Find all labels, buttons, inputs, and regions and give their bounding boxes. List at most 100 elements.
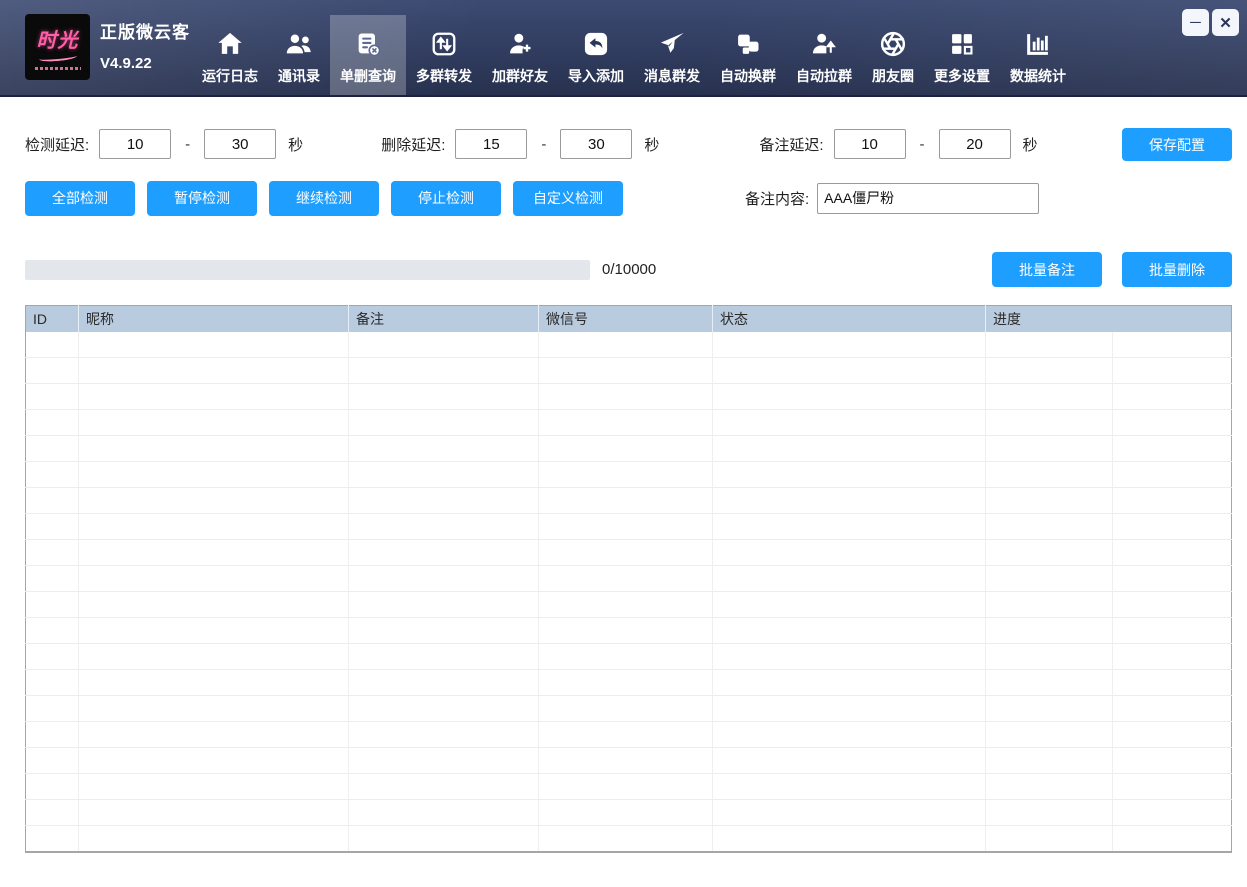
batch-remark-button[interactable]: 批量备注 — [992, 252, 1102, 287]
results-table: ID 昵称 备注 微信号 状态 进度 — [25, 305, 1232, 853]
import-add-icon — [582, 27, 610, 61]
minimize-button[interactable]: ─ — [1182, 9, 1209, 36]
message-broadcast-icon — [657, 27, 687, 61]
range-separator: - — [920, 136, 925, 153]
custom-detect-button[interactable]: 自定义检测 — [513, 181, 623, 216]
app-title: 正版微云客 — [100, 18, 190, 43]
table-row — [26, 696, 1232, 722]
nav-tab-single-delete-query[interactable]: 单删查询 — [330, 15, 406, 95]
detect-delay-max-input[interactable] — [204, 129, 276, 159]
nav-label: 运行日志 — [202, 66, 258, 86]
resume-detect-button[interactable]: 继续检测 — [269, 181, 379, 216]
add-group-friend-icon — [506, 27, 534, 61]
table-row — [26, 514, 1232, 540]
nav-tab-run-log[interactable]: 运行日志 — [192, 15, 268, 95]
table-row — [26, 332, 1232, 358]
nav-tab-more-settings[interactable]: 更多设置 — [924, 15, 1000, 95]
remark-delay-unit: 秒 — [1023, 134, 1038, 155]
table-row — [26, 774, 1232, 800]
nav-tab-import-add[interactable]: 导入添加 — [558, 15, 634, 95]
progress-bar — [25, 260, 590, 280]
remark-content-input[interactable] — [817, 183, 1039, 214]
nav-tab-multi-group-forward[interactable]: 多群转发 — [406, 15, 482, 95]
nav-tab-moments[interactable]: 朋友圈 — [862, 15, 924, 95]
table-row — [26, 670, 1232, 696]
app-logo: 时光 — [25, 14, 90, 80]
table-row — [26, 410, 1232, 436]
nav-tab-add-group-friend[interactable]: 加群好友 — [482, 15, 558, 95]
remark-delay-min-input[interactable] — [834, 129, 906, 159]
range-separator: - — [541, 136, 546, 153]
table-row — [26, 462, 1232, 488]
nav-label: 单删查询 — [340, 66, 396, 86]
multi-group-forward-icon — [430, 27, 458, 61]
main-nav: 运行日志 通讯录 单删查询 多群转发 加群好友 — [192, 15, 1076, 95]
table-row — [26, 618, 1232, 644]
table-row — [26, 488, 1232, 514]
table-row — [26, 566, 1232, 592]
table-row — [26, 800, 1232, 826]
auto-pull-group-icon — [810, 27, 838, 61]
data-statistics-icon — [1023, 27, 1053, 61]
nav-label: 加群好友 — [492, 66, 548, 86]
auto-switch-group-icon — [733, 27, 763, 61]
col-header-nickname: 昵称 — [79, 306, 349, 332]
nav-tab-message-broadcast[interactable]: 消息群发 — [634, 15, 710, 95]
nav-label: 多群转发 — [416, 66, 472, 86]
col-header-progress: 进度 — [986, 306, 1232, 332]
logo-flourish — [38, 52, 76, 62]
home-icon — [215, 27, 245, 61]
range-separator: - — [185, 136, 190, 153]
results-table-wrap: ID 昵称 备注 微信号 状态 进度 — [25, 305, 1232, 853]
close-button[interactable]: ✕ — [1212, 9, 1239, 36]
nav-tab-auto-switch-group[interactable]: 自动换群 — [710, 15, 786, 95]
table-row — [26, 748, 1232, 774]
detect-all-button[interactable]: 全部检测 — [25, 181, 135, 216]
nav-tab-contacts[interactable]: 通讯录 — [268, 15, 330, 95]
table-row — [26, 644, 1232, 670]
single-delete-query-icon — [353, 27, 383, 61]
nav-label: 自动换群 — [720, 66, 776, 86]
stop-detect-button[interactable]: 停止检测 — [391, 181, 501, 216]
table-row — [26, 592, 1232, 618]
delete-delay-max-input[interactable] — [560, 129, 632, 159]
delete-delay-unit: 秒 — [644, 134, 659, 155]
table-row — [26, 436, 1232, 462]
table-row — [26, 540, 1232, 566]
remark-delay-label: 备注延迟: — [759, 134, 823, 155]
table-header-row: ID 昵称 备注 微信号 状态 进度 — [26, 306, 1232, 332]
remark-content-label: 备注内容: — [745, 188, 809, 209]
nav-label: 自动拉群 — [796, 66, 852, 86]
titlebar: 时光 正版微云客 V4.9.22 运行日志 通讯录 单删查询 — [0, 0, 1247, 97]
remark-delay-max-input[interactable] — [939, 129, 1011, 159]
detect-delay-unit: 秒 — [288, 134, 303, 155]
nav-tab-data-statistics[interactable]: 数据统计 — [1000, 15, 1076, 95]
col-header-wechat-id: 微信号 — [539, 306, 713, 332]
table-row — [26, 384, 1232, 410]
main-content: 检测延迟: - 秒 删除延迟: - 秒 备注延迟: - 秒 保存配置 全部检测 … — [0, 128, 1247, 853]
more-settings-icon — [948, 27, 976, 61]
logo-caption — [35, 67, 81, 70]
batch-delete-button[interactable]: 批量删除 — [1122, 252, 1232, 287]
window-controls: ─ ✕ — [1182, 9, 1239, 36]
table-row — [26, 826, 1232, 852]
save-config-button[interactable]: 保存配置 — [1122, 128, 1232, 161]
col-header-remark: 备注 — [349, 306, 539, 332]
col-header-id: ID — [26, 306, 79, 332]
detect-delay-min-input[interactable] — [99, 129, 171, 159]
contacts-icon — [283, 27, 315, 61]
delete-delay-min-input[interactable] — [455, 129, 527, 159]
nav-tab-auto-pull-group[interactable]: 自动拉群 — [786, 15, 862, 95]
delay-settings-row: 检测延迟: - 秒 删除延迟: - 秒 备注延迟: - 秒 保存配置 — [25, 128, 1232, 160]
nav-label: 数据统计 — [1010, 66, 1066, 86]
nav-label: 导入添加 — [568, 66, 624, 86]
title-block: 正版微云客 V4.9.22 — [100, 18, 190, 72]
detect-delay-label: 检测延迟: — [25, 134, 89, 155]
table-row — [26, 358, 1232, 384]
nav-label: 朋友圈 — [872, 66, 914, 86]
nav-label: 通讯录 — [278, 66, 320, 86]
logo-text: 时光 — [37, 24, 79, 53]
pause-detect-button[interactable]: 暂停检测 — [147, 181, 257, 216]
nav-label: 消息群发 — [644, 66, 700, 86]
detect-actions-row: 全部检测 暂停检测 继续检测 停止检测 自定义检测 备注内容: — [25, 180, 1232, 216]
